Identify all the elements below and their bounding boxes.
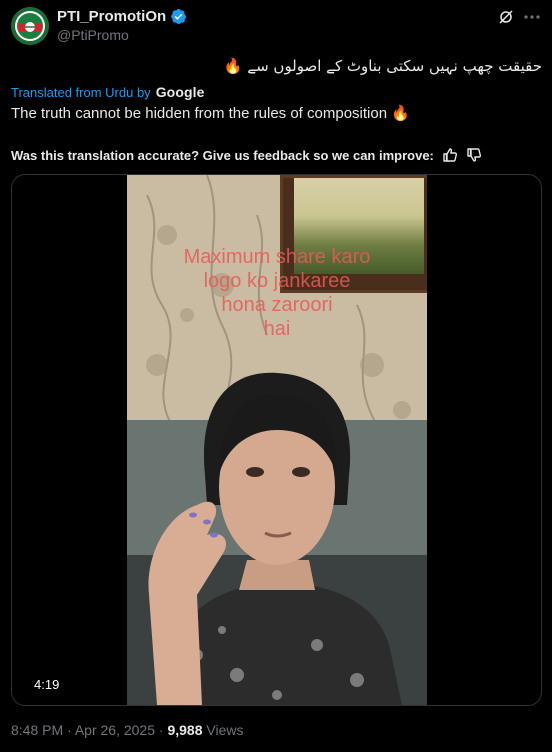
- thumbs-down-icon[interactable]: [466, 147, 482, 163]
- google-logo: Google: [155, 84, 205, 100]
- fire-emoji: 🔥: [223, 57, 243, 75]
- display-name[interactable]: PTI_PromotiOn: [57, 8, 187, 25]
- tweet-translation: The truth cannot be hidden from the rule…: [11, 104, 410, 123]
- tweet-header: PTI_PromotiOn @PtiPromo: [0, 0, 552, 52]
- grok-icon[interactable]: [498, 9, 514, 25]
- tweet-meta: 8:48 PM · Apr 26, 2025 · 9,988 Views: [11, 722, 243, 738]
- tweet-original-text: حقیقت چھپ نہیں سکتی بناوٹ کے اصولوں سے 🔥: [224, 57, 542, 75]
- translation-text: The truth cannot be hidden from the rule…: [11, 104, 388, 122]
- display-name-text[interactable]: PTI_PromotiOn: [57, 8, 166, 25]
- fire-emoji: 🔥: [391, 105, 410, 122]
- thumbs-up-icon[interactable]: [442, 147, 458, 163]
- tweet-date[interactable]: Apr 26, 2025: [75, 722, 155, 738]
- views-count: 9,988: [167, 722, 203, 738]
- translated-label[interactable]: Translated from Urdu by: [11, 85, 151, 100]
- original-text: حقیقت چھپ نہیں سکتی بناوٹ کے اصولوں سے: [247, 57, 542, 75]
- translation-feedback: Was this translation accurate? Give us f…: [11, 147, 482, 163]
- feedback-text: Was this translation accurate? Give us f…: [11, 147, 434, 163]
- more-icon[interactable]: [522, 8, 542, 26]
- tweet-time[interactable]: 8:48 PM: [11, 722, 63, 738]
- video-duration: 4:19: [30, 675, 64, 694]
- translation-attribution: Translated from Urdu by Google: [11, 84, 205, 100]
- meta-separator: ·: [67, 722, 72, 738]
- avatar[interactable]: [11, 7, 49, 45]
- video-player[interactable]: Maximum share karo logo ko jankaree hona…: [11, 174, 542, 706]
- verified-badge-icon: [171, 9, 187, 24]
- handle[interactable]: @PtiPromo: [57, 27, 129, 43]
- video-overlay-caption: Maximum share karo logo ko jankaree hona…: [183, 246, 371, 340]
- video-frame[interactable]: Maximum share karo logo ko jankaree hona…: [127, 175, 427, 705]
- views-label: Views: [206, 722, 244, 738]
- meta-separator: ·: [158, 722, 164, 738]
